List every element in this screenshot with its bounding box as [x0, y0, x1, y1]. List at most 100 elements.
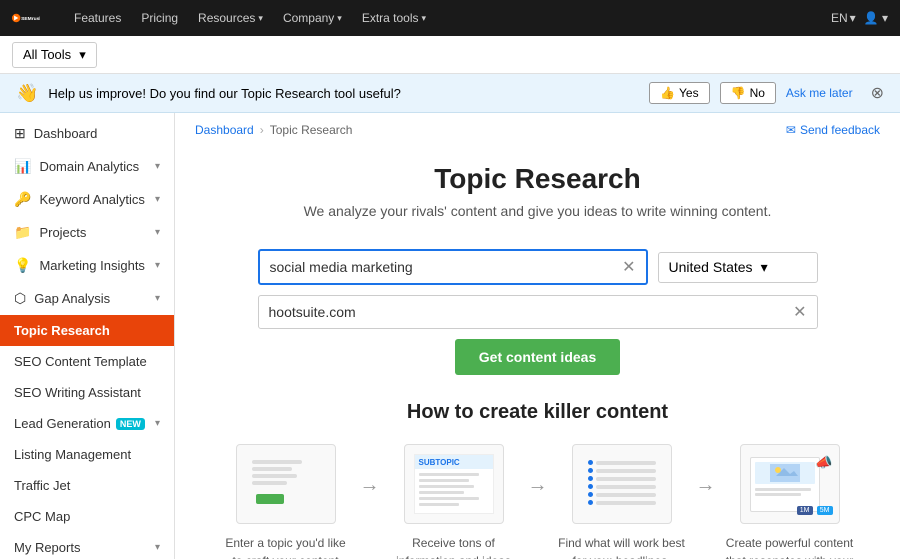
sidebar-item-label: Traffic Jet	[14, 478, 70, 493]
sidebar-item-label: SEO Writing Assistant	[14, 385, 141, 400]
feedback-icon: ✉	[786, 123, 796, 137]
sidebar-item-label: Marketing Insights	[39, 258, 145, 273]
nav-links: Features Pricing Resources▾ Company▾ Ext…	[66, 0, 831, 36]
sidebar-item-cpc-map[interactable]: CPC Map	[0, 501, 174, 532]
megaphone-icon: 📣	[815, 454, 832, 471]
step-3: Find what will work best for you: headli…	[552, 444, 692, 559]
sidebar-item-dashboard[interactable]: ⊞ Dashboard	[0, 117, 174, 150]
breadcrumb-separator: ›	[260, 123, 264, 137]
marketing-insights-icon: 💡	[14, 257, 31, 274]
step-1-image	[236, 444, 336, 524]
steps-row: Enter a topic you'd like to craft your c…	[195, 444, 880, 559]
nav-features[interactable]: Features	[66, 0, 129, 36]
new-badge: NEW	[116, 418, 145, 430]
user-menu[interactable]: 👤 ▾	[864, 11, 888, 25]
sidebar-item-projects[interactable]: 📁 Projects ▾	[0, 216, 174, 249]
sidebar-item-label: Topic Research	[14, 323, 110, 338]
step-2: SUBTOPIC Receive tons of informati	[384, 444, 524, 559]
sidebar-item-label: Projects	[39, 225, 86, 240]
wave-icon: 👋	[16, 83, 38, 104]
nav-extra-tools[interactable]: Extra tools▾	[354, 0, 434, 36]
sidebar-item-my-reports[interactable]: My Reports ▾	[0, 532, 174, 559]
step-4-image: 📣 5M 1M	[740, 444, 840, 524]
page-subtitle: We analyze your rivals' content and give…	[195, 203, 880, 219]
chevron-down-icon: ▾	[155, 161, 160, 172]
step-1: Enter a topic you'd like to craft your c…	[216, 444, 356, 559]
sub-navigation: All Tools ▾	[0, 36, 900, 74]
chevron-down-icon: ▾	[155, 260, 160, 271]
top-navigation: SEMrush Features Pricing Resources▾ Comp…	[0, 0, 900, 36]
content-area: Dashboard › Topic Research ✉ Send feedba…	[175, 113, 900, 559]
sidebar-item-lead-generation[interactable]: Lead Generation NEW ▾	[0, 408, 174, 439]
step-arrow-3: →	[696, 444, 716, 497]
sidebar: ⊞ Dashboard 📊 Domain Analytics ▾ 🔑 Keywo…	[0, 113, 175, 559]
dashboard-icon: ⊞	[14, 125, 26, 142]
svg-text:SEMrush: SEMrush	[21, 16, 40, 22]
sidebar-item-traffic-jet[interactable]: Traffic Jet	[0, 470, 174, 501]
page-title: Topic Research	[195, 163, 880, 195]
projects-icon: 📁	[14, 224, 31, 241]
nav-resources[interactable]: Resources▾	[190, 0, 271, 36]
sidebar-item-marketing-insights[interactable]: 💡 Marketing Insights ▾	[0, 249, 174, 282]
how-to-section: How to create killer content	[175, 391, 900, 559]
chevron-down-icon: ▾	[155, 194, 160, 205]
chevron-down-icon: ▾	[79, 47, 86, 63]
search-row: ✕ United States ▾	[258, 249, 818, 285]
all-tools-label: All Tools	[23, 47, 71, 62]
twitter-badge: 5M	[817, 506, 833, 515]
nav-company[interactable]: Company▾	[275, 0, 350, 36]
breadcrumb-row: Dashboard › Topic Research ✉ Send feedba…	[175, 113, 900, 147]
domain-input-wrap: ✕	[258, 295, 818, 329]
nav-pricing[interactable]: Pricing	[133, 0, 186, 36]
country-value: United States	[669, 259, 753, 275]
domain-analytics-icon: 📊	[14, 158, 31, 175]
sidebar-item-label: Dashboard	[34, 126, 98, 141]
domain-input[interactable]	[269, 304, 794, 320]
sidebar-item-label: Domain Analytics	[39, 159, 139, 174]
notification-bar: 👋 Help us improve! Do you find our Topic…	[0, 74, 900, 113]
sidebar-item-domain-analytics[interactable]: 📊 Domain Analytics ▾	[0, 150, 174, 183]
country-selector[interactable]: United States ▾	[658, 252, 818, 283]
no-button[interactable]: 👎 No	[720, 82, 776, 104]
page-title-section: Topic Research We analyze your rivals' c…	[175, 147, 900, 249]
sidebar-item-label: My Reports	[14, 540, 80, 555]
language-selector[interactable]: EN ▾	[831, 11, 856, 25]
sidebar-item-label: SEO Content Template	[14, 354, 147, 369]
chevron-down-icon: ▾	[155, 542, 160, 553]
breadcrumb-dashboard-link[interactable]: Dashboard	[195, 123, 254, 137]
breadcrumb-current: Topic Research	[270, 123, 353, 137]
all-tools-dropdown[interactable]: All Tools ▾	[12, 42, 97, 68]
get-content-ideas-button[interactable]: Get content ideas	[455, 339, 620, 375]
sidebar-item-label: Gap Analysis	[34, 291, 110, 306]
breadcrumb: Dashboard › Topic Research	[175, 113, 372, 147]
sidebar-item-keyword-analytics[interactable]: 🔑 Keyword Analytics ▾	[0, 183, 174, 216]
sidebar-item-seo-content-template[interactable]: SEO Content Template	[0, 346, 174, 377]
clear-domain-icon[interactable]: ✕	[793, 302, 806, 322]
chevron-down-icon: ▾	[155, 227, 160, 238]
how-section-title: How to create killer content	[195, 401, 880, 424]
nav-right: EN ▾ 👤 ▾	[831, 11, 888, 25]
logo[interactable]: SEMrush	[12, 7, 46, 29]
close-notification-icon[interactable]: ⊗	[871, 83, 884, 103]
chevron-down-icon: ▾	[761, 259, 768, 276]
send-feedback-link[interactable]: ✉ Send feedback	[766, 113, 900, 147]
ask-later-link[interactable]: Ask me later	[786, 86, 853, 100]
sidebar-item-seo-writing-assistant[interactable]: SEO Writing Assistant	[0, 377, 174, 408]
feedback-label: Send feedback	[800, 123, 880, 137]
sidebar-item-label: Keyword Analytics	[39, 192, 145, 207]
sidebar-item-listing-management[interactable]: Listing Management	[0, 439, 174, 470]
topic-search-input[interactable]	[270, 259, 623, 275]
step-2-image: SUBTOPIC	[404, 444, 504, 524]
notification-message: Help us improve! Do you find our Topic R…	[48, 86, 639, 101]
sidebar-item-label: CPC Map	[14, 509, 70, 524]
clear-search-icon[interactable]: ✕	[622, 257, 635, 277]
step-3-image	[572, 444, 672, 524]
yes-button[interactable]: 👍 Yes	[649, 82, 710, 104]
gap-analysis-icon: ⬡	[14, 290, 26, 307]
chevron-down-icon: ▾	[155, 293, 160, 304]
sidebar-item-gap-analysis[interactable]: ⬡ Gap Analysis ▾	[0, 282, 174, 315]
facebook-badge: 1M	[797, 506, 813, 515]
topic-search-wrap: ✕	[258, 249, 648, 285]
step-1-text: Enter a topic you'd like to craft your c…	[221, 534, 351, 559]
sidebar-item-topic-research[interactable]: Topic Research	[0, 315, 174, 346]
